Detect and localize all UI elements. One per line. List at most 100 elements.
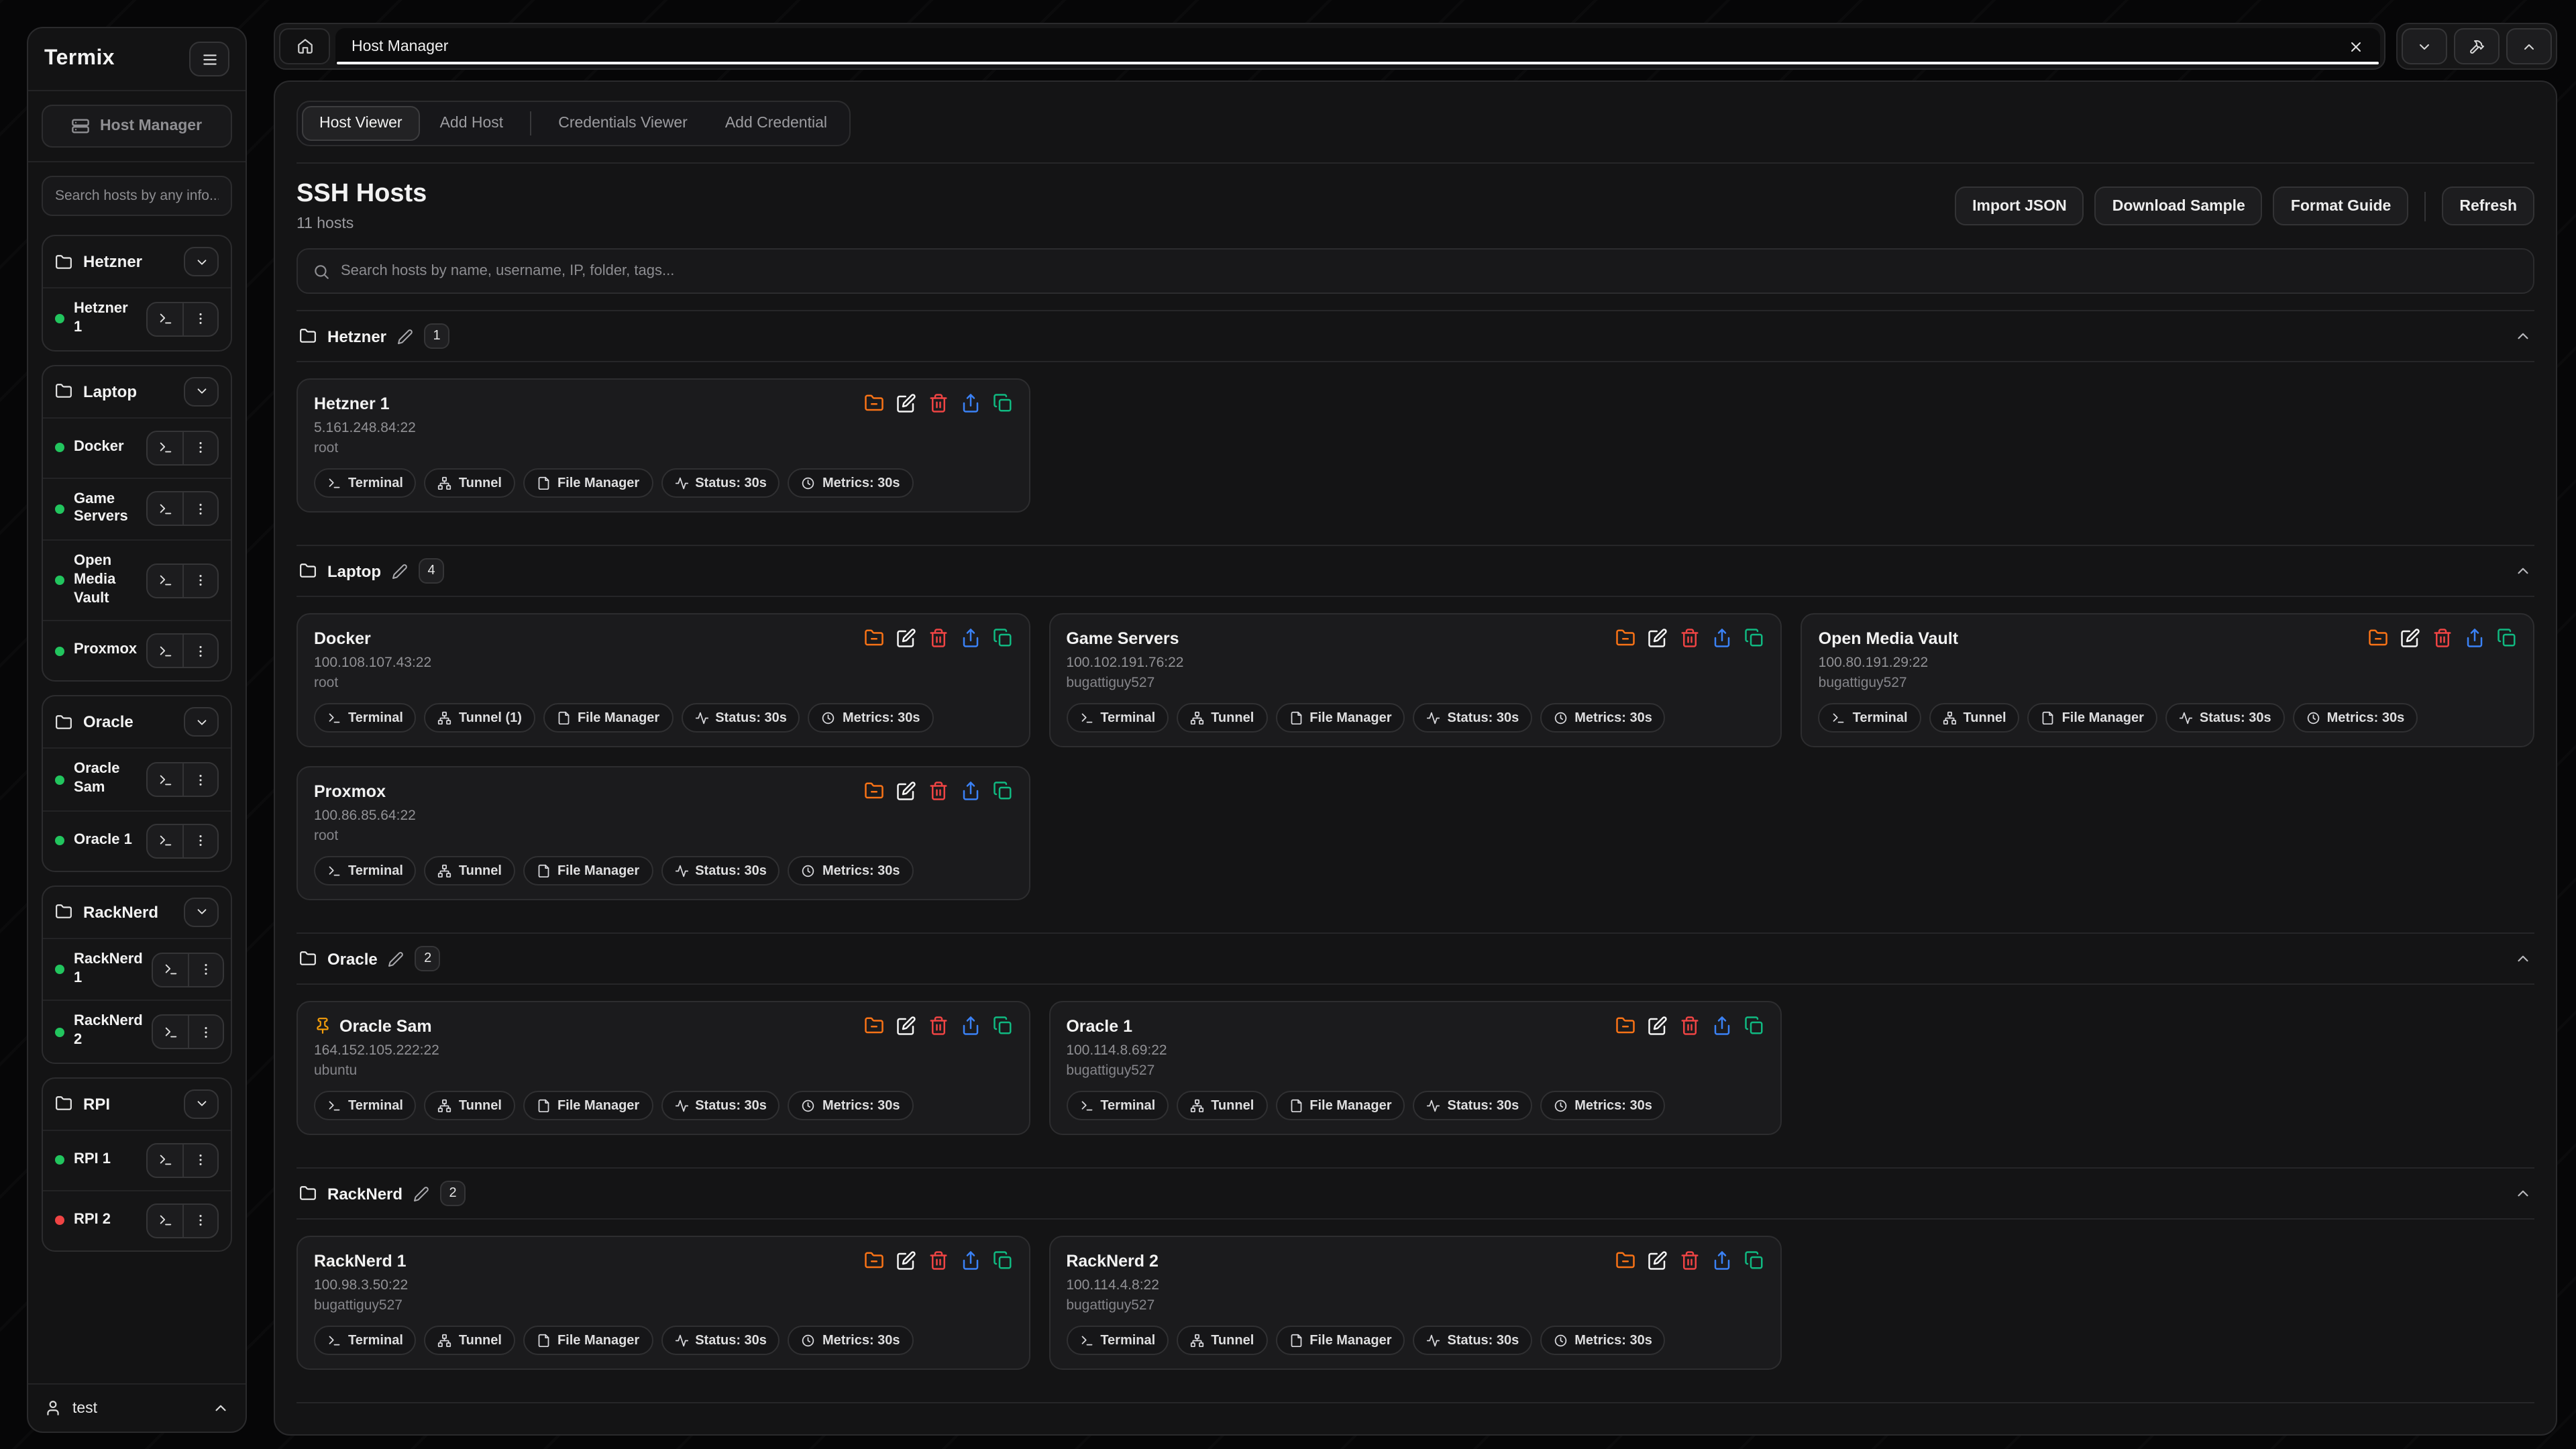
clone-host-button[interactable] bbox=[992, 393, 1012, 413]
edit-host-button[interactable] bbox=[896, 1250, 916, 1271]
host-chip[interactable]: File Manager bbox=[523, 1326, 653, 1355]
sidebar-host-item[interactable]: Docker bbox=[43, 417, 231, 477]
collapse-group-icon[interactable] bbox=[2514, 950, 2532, 967]
sidebar-group-header[interactable]: Oracle bbox=[43, 697, 231, 748]
export-host-button[interactable] bbox=[960, 781, 980, 801]
host-chip[interactable]: Terminal bbox=[1066, 1091, 1169, 1120]
home-button[interactable] bbox=[279, 28, 330, 64]
sidebar-group-collapse-button[interactable] bbox=[184, 247, 219, 276]
folder-remove-button[interactable] bbox=[863, 393, 883, 413]
folder-remove-button[interactable] bbox=[863, 628, 883, 648]
sidebar-host-item[interactable]: Open Media Vault bbox=[43, 539, 231, 621]
host-chip[interactable]: Metrics: 30s bbox=[808, 703, 934, 733]
host-more-button[interactable] bbox=[182, 763, 217, 796]
sidebar-host-item[interactable]: Oracle Sam bbox=[43, 748, 231, 810]
folder-remove-button[interactable] bbox=[1616, 628, 1636, 648]
host-chip[interactable]: File Manager bbox=[1275, 1326, 1405, 1355]
edit-group-icon[interactable] bbox=[392, 563, 408, 579]
sidebar-host-item[interactable]: RPI 2 bbox=[43, 1190, 231, 1250]
folder-remove-button[interactable] bbox=[863, 1250, 883, 1271]
folder-remove-button[interactable] bbox=[863, 781, 883, 801]
clone-host-button[interactable] bbox=[992, 781, 1012, 801]
edit-host-button[interactable] bbox=[1648, 628, 1668, 648]
tab-close-button[interactable] bbox=[2348, 38, 2364, 54]
export-host-button[interactable] bbox=[960, 1016, 980, 1036]
delete-host-button[interactable] bbox=[928, 1016, 948, 1036]
host-chip[interactable]: File Manager bbox=[523, 468, 653, 498]
folder-remove-button[interactable] bbox=[1616, 1250, 1636, 1271]
clone-host-button[interactable] bbox=[992, 628, 1012, 648]
tools-button[interactable] bbox=[2454, 28, 2500, 64]
host-chip[interactable]: Tunnel (1) bbox=[425, 703, 535, 733]
edit-group-icon[interactable] bbox=[388, 951, 405, 967]
sidebar-menu-button[interactable] bbox=[189, 42, 229, 76]
folder-remove-button[interactable] bbox=[1616, 1016, 1636, 1036]
sidebar-host-item[interactable]: Hetzner 1 bbox=[43, 287, 231, 350]
edit-host-button[interactable] bbox=[2400, 628, 2420, 648]
host-more-button[interactable] bbox=[182, 825, 217, 857]
import-json-button[interactable]: Import JSON bbox=[1955, 186, 2084, 225]
clone-host-button[interactable] bbox=[1745, 628, 1765, 648]
tab-credentials-viewer[interactable]: Credentials Viewer bbox=[541, 106, 705, 141]
host-more-button[interactable] bbox=[182, 431, 217, 464]
host-terminal-button[interactable] bbox=[148, 763, 182, 796]
refresh-button[interactable]: Refresh bbox=[2442, 186, 2534, 225]
export-host-button[interactable] bbox=[1713, 1016, 1733, 1036]
download-sample-button[interactable]: Download Sample bbox=[2095, 186, 2263, 225]
sidebar-group-header[interactable]: RPI bbox=[43, 1079, 231, 1130]
clone-host-button[interactable] bbox=[992, 1016, 1012, 1036]
host-chip[interactable]: Terminal bbox=[314, 703, 417, 733]
scroll-down-button[interactable] bbox=[2402, 28, 2447, 64]
sidebar-group-collapse-button[interactable] bbox=[184, 708, 219, 737]
host-chip[interactable]: File Manager bbox=[523, 1091, 653, 1120]
host-chip[interactable]: Tunnel bbox=[425, 1091, 515, 1120]
host-chip[interactable]: Metrics: 30s bbox=[788, 1326, 914, 1355]
host-chip[interactable]: Tunnel bbox=[425, 468, 515, 498]
host-terminal-button[interactable] bbox=[148, 303, 182, 335]
host-chip[interactable]: Status: 30s bbox=[661, 1326, 780, 1355]
sidebar-host-item[interactable]: RackNerd 1 bbox=[43, 938, 231, 1000]
host-chip[interactable]: Metrics: 30s bbox=[1540, 703, 1666, 733]
host-more-button[interactable] bbox=[182, 635, 217, 667]
host-more-button[interactable] bbox=[189, 1016, 223, 1048]
host-chip[interactable]: Status: 30s bbox=[2165, 703, 2285, 733]
sidebar-group-header[interactable]: Laptop bbox=[43, 366, 231, 417]
sidebar-group-header[interactable]: Hetzner bbox=[43, 236, 231, 287]
host-more-button[interactable] bbox=[182, 493, 217, 525]
host-chip[interactable]: Terminal bbox=[314, 1091, 417, 1120]
host-more-button[interactable] bbox=[182, 564, 217, 596]
host-chip[interactable]: Tunnel bbox=[1929, 703, 2020, 733]
sidebar-group-collapse-button[interactable] bbox=[184, 898, 219, 927]
folder-remove-button[interactable] bbox=[863, 1016, 883, 1036]
clone-host-button[interactable] bbox=[992, 1250, 1012, 1271]
clone-host-button[interactable] bbox=[1745, 1250, 1765, 1271]
host-chip[interactable]: Terminal bbox=[314, 856, 417, 885]
topbar-tab-host-manager[interactable]: Host Manager bbox=[335, 28, 2380, 64]
host-chip[interactable]: File Manager bbox=[543, 703, 673, 733]
tab-host-viewer[interactable]: Host Viewer bbox=[302, 106, 420, 141]
host-chip[interactable]: Metrics: 30s bbox=[788, 468, 914, 498]
host-chip[interactable]: File Manager bbox=[1275, 1091, 1405, 1120]
host-chip[interactable]: Terminal bbox=[1066, 1326, 1169, 1355]
host-more-button[interactable] bbox=[189, 953, 223, 985]
sidebar-host-item[interactable]: RPI 1 bbox=[43, 1130, 231, 1190]
host-manager-button[interactable]: Host Manager bbox=[42, 105, 232, 148]
host-chip[interactable]: Metrics: 30s bbox=[788, 856, 914, 885]
collapse-group-icon[interactable] bbox=[2514, 327, 2532, 345]
delete-host-button[interactable] bbox=[1680, 628, 1701, 648]
edit-group-icon[interactable] bbox=[413, 1185, 429, 1201]
delete-host-button[interactable] bbox=[928, 628, 948, 648]
tab-add-credential[interactable]: Add Credential bbox=[708, 106, 845, 141]
sidebar-group-collapse-button[interactable] bbox=[184, 1089, 219, 1119]
host-chip[interactable]: Status: 30s bbox=[661, 856, 780, 885]
host-terminal-button[interactable] bbox=[148, 635, 182, 667]
edit-host-button[interactable] bbox=[1648, 1016, 1668, 1036]
folder-remove-button[interactable] bbox=[2368, 628, 2388, 648]
user-menu-button[interactable]: test bbox=[28, 1383, 246, 1432]
host-chip[interactable]: Tunnel bbox=[1177, 1326, 1267, 1355]
host-chip[interactable]: Status: 30s bbox=[681, 703, 800, 733]
host-more-button[interactable] bbox=[182, 1144, 217, 1177]
delete-host-button[interactable] bbox=[2432, 628, 2453, 648]
export-host-button[interactable] bbox=[1713, 628, 1733, 648]
host-chip[interactable]: Tunnel bbox=[425, 856, 515, 885]
